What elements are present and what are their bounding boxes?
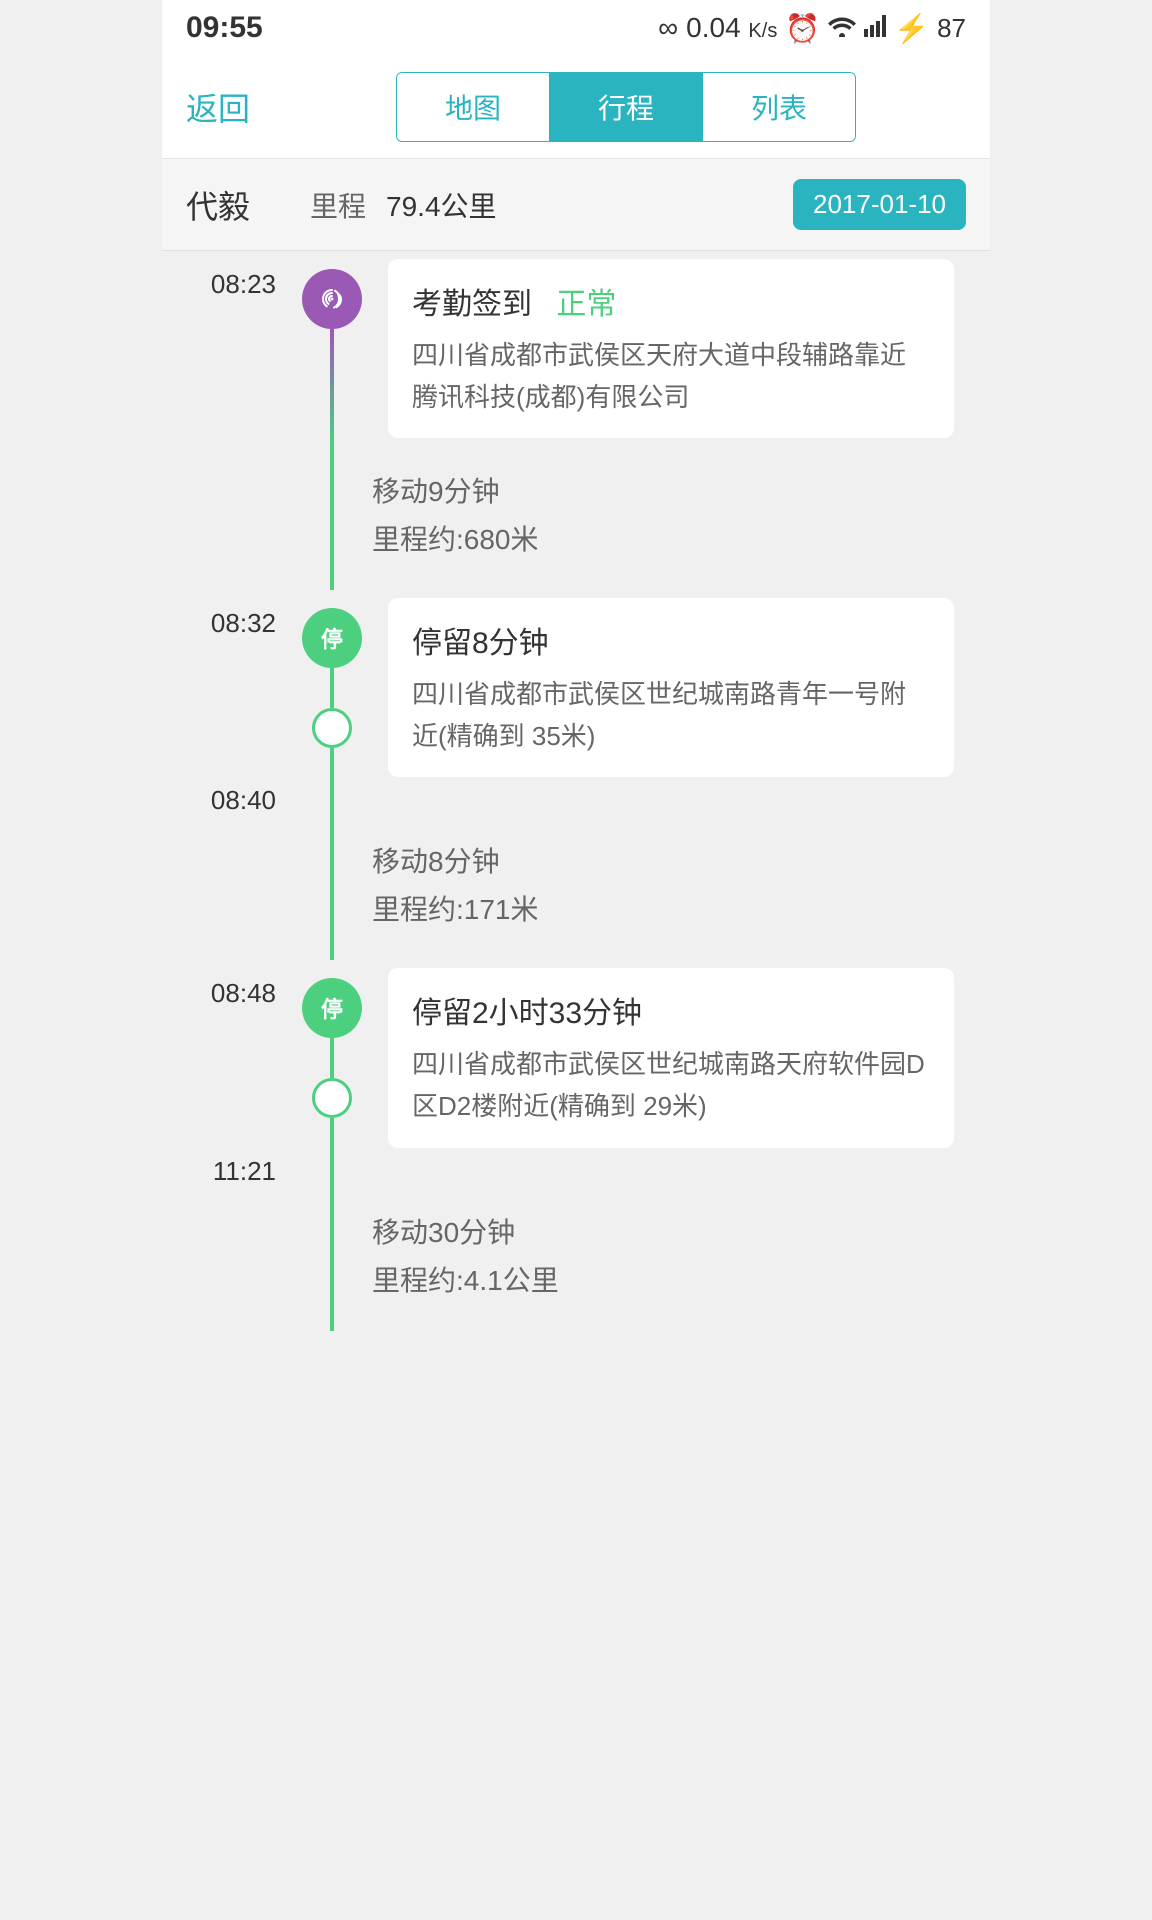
movement-1-mileage: 里程约:680米: [372, 518, 990, 558]
icon-area-2: 停: [292, 590, 372, 785]
event-3-title: 停留2小时33分钟: [412, 988, 930, 1032]
movement-3-mileage: 里程约:4.1公里: [372, 1259, 990, 1299]
wifi-icon: [828, 12, 856, 44]
nav-bar: 返回 地图 行程 列表: [162, 56, 990, 159]
driver-name: 代毅: [186, 182, 250, 228]
battery-level: 87: [937, 13, 966, 44]
movement-2: 移动8分钟 里程约:171米: [162, 816, 990, 960]
movement-3-content: 移动30分钟 里程约:4.1公里: [372, 1187, 990, 1331]
trip-date: 2017-01-10: [793, 179, 966, 230]
movement-2-content: 移动8分钟 里程约:171米: [372, 816, 990, 960]
event-1-card: 考勤签到 正常 四川省成都市武侯区天府大道中段辅路靠近腾讯科技(成都)有限公司: [388, 259, 954, 438]
time-0848: 08:48: [162, 960, 292, 1155]
movement-1-icon: [292, 446, 372, 590]
clock-icon: ⏰: [785, 12, 820, 45]
event-1-title: 考勤签到 正常: [412, 279, 930, 323]
end-node-1: [312, 708, 352, 748]
checkin-node: [302, 269, 362, 329]
mileage-value: 79.4公里: [386, 185, 497, 225]
event-2-title: 停留8分钟: [412, 618, 930, 662]
movement-3-duration: 移动30分钟: [372, 1211, 990, 1251]
event-3-content: 停留2小时33分钟 四川省成都市武侯区世纪城南路天府软件园D区D2楼附近(精确到…: [372, 960, 990, 1155]
time-0840: 08:40: [162, 785, 292, 816]
end-node-2: [312, 1078, 352, 1118]
movement-1: 移动9分钟 里程约:680米: [162, 446, 990, 590]
mileage-label: 里程: [310, 185, 366, 225]
movement-3-time: [162, 1187, 292, 1331]
status-bar: 09:55 ∞ 0.04 K/s ⏰ ⚡ 87: [162, 0, 990, 56]
event-2-card: 停留8分钟 四川省成都市武侯区世纪城南路青年一号附近(精确到 35米): [388, 598, 954, 777]
icon-area-1: [292, 251, 372, 446]
event-1-address: 四川省成都市武侯区天府大道中段辅路靠近腾讯科技(成都)有限公司: [412, 335, 930, 418]
event-1: 08:23 考勤签到: [162, 251, 990, 446]
tab-group: 地图 行程 列表: [396, 72, 856, 142]
time-1121-row: 11:21: [162, 1156, 990, 1187]
event-1-content: 考勤签到 正常 四川省成都市武侯区天府大道中段辅路靠近腾讯科技(成都)有限公司: [372, 251, 990, 446]
event-2-content: 停留8分钟 四川省成都市武侯区世纪城南路青年一号附近(精确到 35米): [372, 590, 990, 785]
time-0832: 08:32: [162, 590, 292, 785]
movement-3: 移动30分钟 里程约:4.1公里: [162, 1187, 990, 1331]
signal-icon: [864, 12, 886, 44]
movement-1-duration: 移动9分钟: [372, 470, 990, 510]
event-3-address: 四川省成都市武侯区世纪城南路天府软件园D区D2楼附近(精确到 29米): [412, 1044, 930, 1127]
event-1-status: 正常: [556, 288, 616, 321]
icon-area-3: 停: [292, 960, 372, 1155]
icon-placeholder: [292, 785, 372, 816]
infinity-icon: ∞: [658, 12, 678, 44]
time-0823: 08:23: [162, 251, 292, 446]
speed-display: 0.04 K/s: [686, 12, 777, 44]
time-0840-row: 08:40: [162, 785, 990, 816]
movement-2-icon: [292, 816, 372, 960]
header-info: 代毅 里程 79.4公里 2017-01-10: [162, 159, 990, 251]
movement-1-content: 移动9分钟 里程约:680米: [372, 446, 990, 590]
back-button[interactable]: 返回: [186, 84, 266, 130]
event-2: 08:32 停 停留8分钟 四川省成都市武侯区世纪城南路青年一号附近(精确到 3…: [162, 590, 990, 785]
movement-3-icon: [292, 1187, 372, 1331]
movement-1-time: [162, 446, 292, 590]
event-3: 08:48 停 停留2小时33分钟 四川省成都市武侯区世纪城南路天府软件园D区D…: [162, 960, 990, 1155]
status-icons: ∞ 0.04 K/s ⏰ ⚡ 87: [658, 12, 966, 45]
movement-2-duration: 移动8分钟: [372, 840, 990, 880]
timeline: 08:23 考勤签到: [162, 251, 990, 1331]
time-1121: 11:21: [162, 1156, 292, 1187]
stop-node-1: 停: [302, 608, 362, 668]
movement-2-mileage: 里程约:171米: [372, 888, 990, 928]
icon-placeholder-2: [292, 1156, 372, 1187]
tab-map[interactable]: 地图: [397, 73, 550, 141]
movement-2-time: [162, 816, 292, 960]
tab-journey[interactable]: 行程: [550, 73, 703, 141]
stop-node-2: 停: [302, 978, 362, 1038]
status-time: 09:55: [186, 11, 263, 45]
event-3-card: 停留2小时33分钟 四川省成都市武侯区世纪城南路天府软件园D区D2楼附近(精确到…: [388, 968, 954, 1147]
event-2-address: 四川省成都市武侯区世纪城南路青年一号附近(精确到 35米): [412, 674, 930, 757]
charging-icon: ⚡: [894, 12, 929, 45]
tab-list[interactable]: 列表: [703, 73, 855, 141]
